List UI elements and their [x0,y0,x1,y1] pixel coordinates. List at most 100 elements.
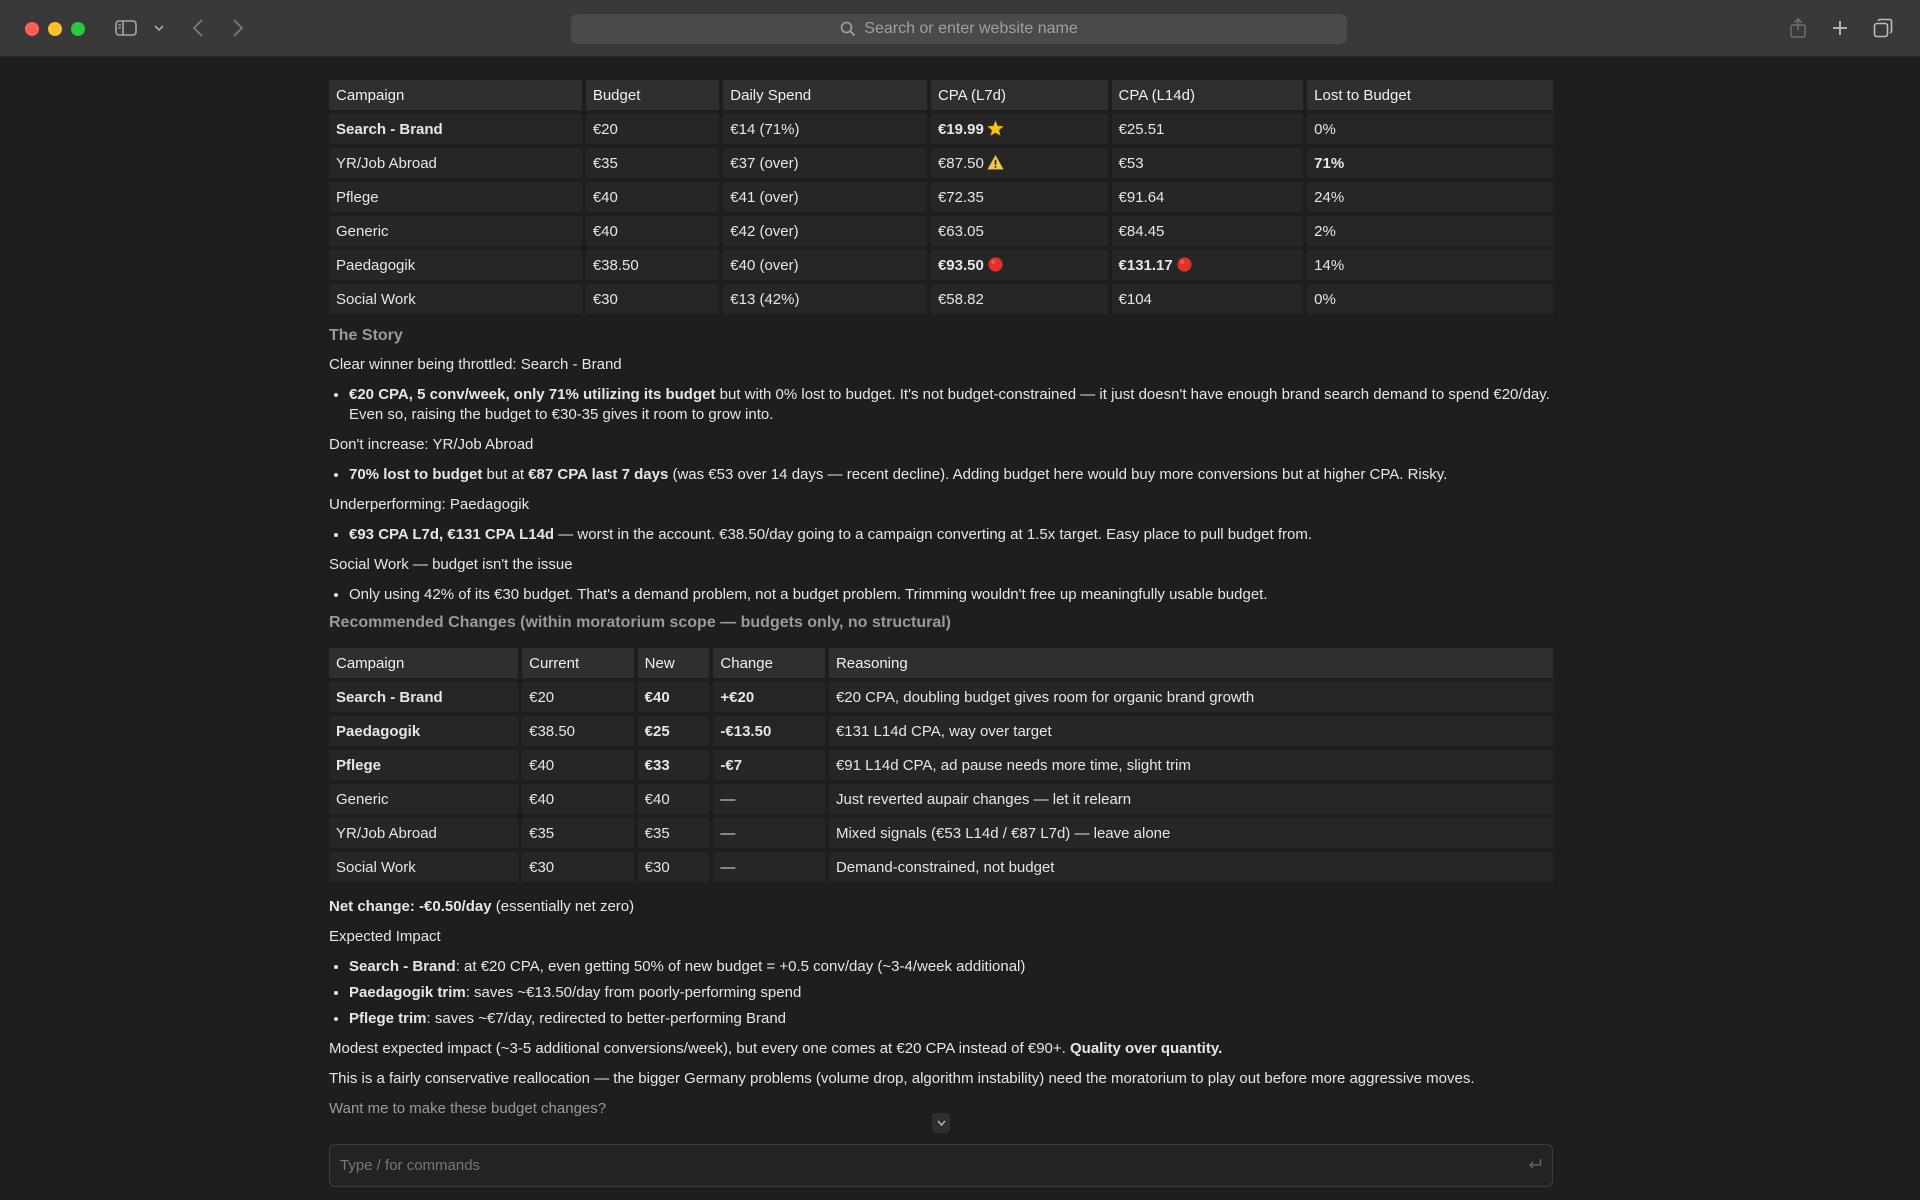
table-row: Paedagogik €38.50 €25 -€13.50 €131 L14d … [329,716,1553,746]
minimize-window-button[interactable] [48,22,62,36]
share-icon[interactable] [1786,14,1810,42]
chevron-down-icon [936,1120,946,1126]
body-text: Modest expected impact (~3-5 additional … [329,1040,1070,1057]
table-cell: Pflege [329,750,519,780]
back-icon[interactable] [188,14,208,42]
table-cell: €20 [585,114,720,144]
table-cell: €40 [522,784,634,814]
table-cell: €63.05 [930,216,1108,246]
bold-text: €87 CPA last 7 days [528,466,669,483]
body-text: — worst in the account. €38.50/day going… [554,526,1313,543]
table-cell: +€20 [713,682,825,712]
table-cell: €72.35 [930,182,1108,212]
list-item: Search - Brand: at €20 CPA, even getting… [349,957,1553,977]
table-cell: -€7 [713,750,825,780]
table-cell: €14 (71%) [723,114,927,144]
column-header: Reasoning [828,648,1553,678]
table-cell: €87.50 [930,148,1108,178]
table-cell: YR/Job Abroad [329,148,582,178]
address-bar[interactable]: Search or enter website name [571,14,1347,44]
message-input[interactable]: Type / for commands [329,1144,1553,1187]
section-heading-recommended: Recommended Changes (within moratorium s… [329,614,951,631]
cell-value: €131.17 [1118,257,1173,274]
list-item: Paedagogik trim: saves ~€13.50/day from … [349,983,1553,1003]
close-window-button[interactable] [25,22,39,36]
campaign-metrics-table: Campaign Budget Daily Spend CPA (L7d) CP… [325,76,1557,318]
story-list: €93 CPA L7d, €131 CPA L14d — worst in th… [329,525,1553,545]
column-header: New [637,648,710,678]
column-header: Campaign [329,80,582,110]
search-icon [840,21,856,37]
scroll-to-bottom-button[interactable] [932,1113,950,1133]
sidebar-toggle-icon[interactable] [114,14,138,42]
column-header: Daily Spend [723,80,927,110]
list-item: Pflege trim: saves ~€7/day, redirected t… [349,1009,1553,1029]
story-subheading: Clear winner being throttled: Search - B… [329,356,622,373]
table-cell: Search - Brand [329,682,519,712]
table-cell: YR/Job Abroad [329,818,519,848]
table-cell: €33 [637,750,710,780]
table-cell: €84.45 [1111,216,1304,246]
table-cell: €40 [637,682,710,712]
zoom-window-button[interactable] [71,22,85,36]
table-cell: €30 [585,284,720,314]
browser-toolbar: Search or enter website name [0,0,1920,57]
address-placeholder: Search or enter website name [864,20,1078,37]
table-cell: €38.50 [522,716,634,746]
table-row: Search - Brand €20 €14 (71%) €19.99 €25.… [329,114,1553,144]
table-row: Paedagogik €38.50 €40 (over) €93.50 €131… [329,250,1553,280]
column-header: CPA (L7d) [930,80,1108,110]
table-cell: 2% [1307,216,1553,246]
table-row: YR/Job Abroad €35 €35 — Mixed signals (€… [329,818,1553,848]
table-cell: €104 [1111,284,1304,314]
table-cell: Social Work [329,852,519,882]
table-cell: Paedagogik [329,716,519,746]
bold-text: €93 CPA L7d, €131 CPA L14d [349,526,555,543]
table-cell: 71% [1307,148,1553,178]
new-tab-icon[interactable] [1828,14,1852,42]
body-text: (was €53 over 14 days — recent decline).… [668,466,1448,483]
table-cell: €19.99 [930,114,1108,144]
table-cell: 14% [1307,250,1553,280]
tab-overview-icon[interactable] [1871,14,1895,42]
table-header-row: Campaign Current New Change Reasoning [329,648,1553,678]
table-cell: €41 (over) [723,182,927,212]
body-text: : saves ~€13.50/day from poorly-performi… [465,984,802,1001]
table-cell: €35 [522,818,634,848]
table-cell: €20 CPA, doubling budget gives room for … [828,682,1553,712]
table-cell: €40 [522,750,634,780]
table-cell: Generic [329,784,519,814]
forward-icon[interactable] [228,14,248,42]
table-cell: — [713,818,825,848]
enter-icon[interactable] [1528,1157,1542,1174]
chevron-down-icon[interactable] [152,14,166,42]
impact-heading: Expected Impact [329,928,441,945]
table-cell: €58.82 [930,284,1108,314]
story-list: Only using 42% of its €30 budget. That's… [329,585,1553,605]
table-cell: €40 [585,216,720,246]
table-cell: €30 [522,852,634,882]
table-cell: €91.64 [1111,182,1304,212]
table-cell: Demand-constrained, not budget [828,852,1553,882]
body-text: : at €20 CPA, even getting 50% of new bu… [455,958,1026,975]
story-subheading: Social Work — budget isn't the issue [329,556,573,573]
table-cell: €37 (over) [723,148,927,178]
table-cell: €40 [585,182,720,212]
column-header: Budget [585,80,720,110]
story-list: 70% lost to budget but at €87 CPA last 7… [329,465,1553,485]
table-row: Pflege €40 €33 -€7 €91 L14d CPA, ad paus… [329,750,1553,780]
table-cell: Generic [329,216,582,246]
table-header-row: Campaign Budget Daily Spend CPA (L7d) CP… [329,80,1553,110]
table-row: Generic €40 €40 — Just reverted aupair c… [329,784,1553,814]
warning-icon [987,154,1004,171]
story-subheading: Don't increase: YR/Job Abroad [329,436,534,453]
bold-text: Search - Brand [349,958,456,975]
column-header: CPA (L14d) [1111,80,1304,110]
bold-text: €20 CPA, 5 conv/week, only 71% utilizing… [349,386,716,403]
table-cell: €40 [637,784,710,814]
list-item: €20 CPA, 5 conv/week, only 71% utilizing… [349,385,1553,425]
table-cell: — [713,852,825,882]
star-icon [987,120,1004,137]
column-header: Current [522,648,634,678]
recommended-changes-table: Campaign Current New Change Reasoning Se… [325,644,1557,886]
